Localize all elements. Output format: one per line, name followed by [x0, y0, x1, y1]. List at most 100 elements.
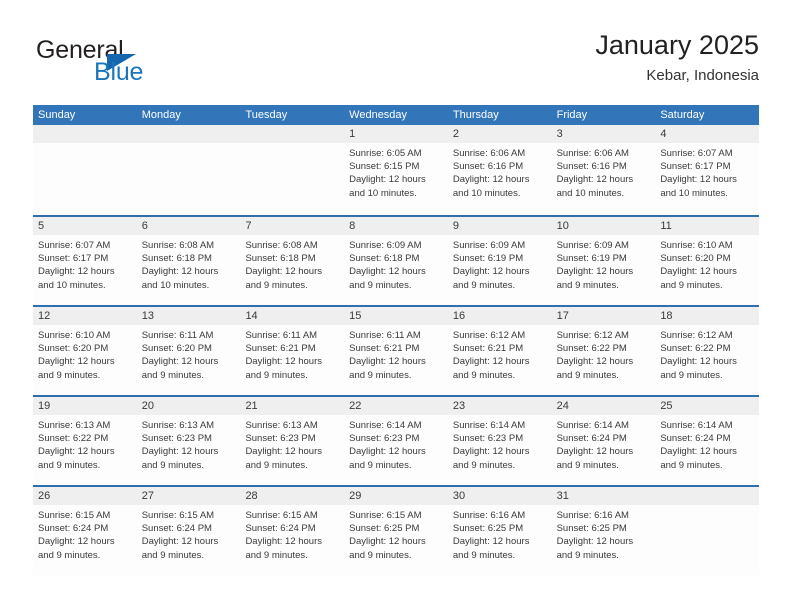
daylight-text-line2: and 9 minutes. — [141, 459, 205, 471]
daylight-text-line2: and 9 minutes. — [452, 369, 516, 381]
day-cell[interactable]: 20 Sunrise: 6:13 AM Sunset: 6:23 PM Dayligh… — [136, 397, 241, 485]
daylight-text-line2: and 9 minutes. — [245, 549, 308, 561]
daylight-text-line1: Daylight: 12 hours — [38, 266, 115, 278]
day-cell[interactable]: 5 Sunrise: 6:07 AM Sunset: 6:17 PM Daylight… — [33, 217, 137, 305]
sunrise-text: Sunrise: 6:11 AM — [141, 330, 214, 341]
day-cell[interactable]: 13 Sunrise: 6:11 AM Sunset: 6:20 PM Dayligh… — [136, 307, 241, 395]
general-blue-logo[interactable]: General Blue — [33, 36, 263, 92]
sunset-text: Sunset: 6:21 PM — [452, 343, 524, 355]
day-number: 21 — [240, 397, 345, 415]
day-cell[interactable]: 6 Sunrise: 6:08 AM Sunset: 6:18 PM Daylight… — [136, 217, 241, 305]
day-number: 1 — [344, 125, 448, 143]
daylight-text-line2: and 9 minutes. — [349, 369, 412, 381]
day-cell[interactable]: 11 Sunrise: 6:10 AM Sunset: 6:20 PM Dayligh… — [655, 217, 760, 305]
daylight-text-line1: Daylight: 12 hours — [245, 446, 323, 458]
day-cell[interactable]: 10 Sunrise: 6:09 AM Sunset: 6:19 PM Dayligh… — [551, 217, 656, 305]
day-cell[interactable]: 30 Sunrise: 6:16 AM Sunset: 6:25 PM Dayligh… — [447, 487, 552, 575]
day-number: 5 — [33, 217, 137, 235]
day-info: Sunrise: 6:13 AM Sunset: 6:23 PM Daylight:… — [137, 415, 241, 472]
day-info: Sunrise: 6:10 AM Sunset: 6:20 PM Daylight:… — [33, 325, 137, 382]
day-cell[interactable]: 16 Sunrise: 6:12 AM Sunset: 6:21 PM Dayligh… — [447, 307, 552, 395]
day-cell[interactable]: 1 Sunrise: 6:05 AM Sunset: 6:15 PM Daylight… — [344, 125, 448, 215]
day-cell[interactable]: 4 Sunrise: 6:07 AM Sunset: 6:17 PM Daylight… — [655, 125, 760, 215]
day-cell[interactable]: 24 Sunrise: 6:14 AM Sunset: 6:24 PM Dayligh… — [551, 397, 656, 485]
day-number: 27 — [136, 487, 241, 505]
sunset-text: Sunset: 6:16 PM — [556, 161, 627, 173]
sunset-text: Sunset: 6:24 PM — [556, 433, 627, 445]
day-cell[interactable]: 3 Sunrise: 6:06 AM Sunset: 6:16 PM Daylight… — [551, 125, 656, 215]
weekday-header-wednesday: Wednesday — [349, 109, 408, 121]
day-cell[interactable]: 15 Sunrise: 6:11 AM Sunset: 6:21 PM Dayligh… — [344, 307, 448, 395]
day-cell[interactable]: 28 Sunrise: 6:15 AM Sunset: 6:24 PM Dayligh… — [240, 487, 345, 575]
day-number: 20 — [136, 397, 241, 415]
day-cell[interactable]: 14 Sunrise: 6:11 AM Sunset: 6:21 PM Dayligh… — [240, 307, 345, 395]
sunrise-text: Sunrise: 6:15 AM — [245, 510, 318, 521]
day-number: 23 — [447, 397, 552, 415]
day-cell[interactable]: 26 Sunrise: 6:15 AM Sunset: 6:24 PM Dayligh… — [33, 487, 137, 575]
day-number: 11 — [655, 217, 760, 235]
sunset-text: Sunset: 6:19 PM — [452, 253, 524, 265]
day-info: Sunrise: 6:15 AM Sunset: 6:24 PM Daylight:… — [137, 505, 241, 562]
sunrise-text: Sunrise: 6:05 AM — [349, 148, 422, 159]
daylight-text-line1: Daylight: 12 hours — [38, 446, 115, 458]
sunset-text: Sunset: 6:18 PM — [349, 253, 420, 265]
day-cell[interactable]: 31 Sunrise: 6:16 AM Sunset: 6:25 PM Dayligh… — [551, 487, 656, 575]
sunrise-text: Sunrise: 6:14 AM — [349, 420, 422, 431]
day-cell[interactable]: 23 Sunrise: 6:14 AM Sunset: 6:23 PM Dayligh… — [447, 397, 552, 485]
daylight-text-line2: and 9 minutes. — [38, 549, 101, 561]
day-number: 31 — [551, 487, 656, 505]
day-cell[interactable]: 18 Sunrise: 6:12 AM Sunset: 6:22 PM Dayligh… — [655, 307, 760, 395]
day-cell[interactable]: 25 Sunrise: 6:14 AM Sunset: 6:24 PM Dayligh… — [655, 397, 760, 485]
day-number: 7 — [240, 217, 345, 235]
weeks-container: 1 Sunrise: 6:05 AM Sunset: 6:15 PM Daylight… — [33, 125, 760, 575]
day-info: Sunrise: 6:10 AM Sunset: 6:20 PM Daylight:… — [655, 235, 759, 292]
title-block: January 2025 Kebar, Indonesia — [595, 28, 759, 87]
day-number: 17 — [551, 307, 656, 325]
day-number: 10 — [551, 217, 656, 235]
sunset-text: Sunset: 6:20 PM — [38, 343, 109, 355]
day-info: Sunrise: 6:07 AM Sunset: 6:17 PM Daylight:… — [655, 143, 759, 200]
sunrise-text: Sunrise: 6:13 AM — [38, 420, 111, 431]
day-cell[interactable]: 2 Sunrise: 6:06 AM Sunset: 6:16 PM Daylight… — [447, 125, 552, 215]
sunset-text: Sunset: 6:22 PM — [38, 433, 109, 445]
day-cell[interactable]: 29 Sunrise: 6:15 AM Sunset: 6:25 PM Dayligh… — [344, 487, 448, 575]
daylight-text-line2: and 9 minutes. — [660, 459, 723, 471]
daylight-text-line2: and 9 minutes. — [660, 369, 723, 381]
sunrise-text: Sunrise: 6:09 AM — [349, 240, 422, 251]
day-cell[interactable]: 8 Sunrise: 6:09 AM Sunset: 6:18 PM Daylight… — [344, 217, 448, 305]
sunrise-text: Sunrise: 6:12 AM — [660, 330, 733, 341]
daylight-text-line1: Daylight: 12 hours — [245, 266, 323, 278]
sunrise-text: Sunrise: 6:12 AM — [452, 330, 526, 341]
sunset-text: Sunset: 6:18 PM — [141, 253, 212, 265]
week-row: 19 Sunrise: 6:13 AM Sunset: 6:22 PM Dayligh… — [33, 395, 760, 485]
calendar-page: General Blue January 2025 Kebar, Indones… — [0, 0, 792, 612]
day-number: 18 — [655, 307, 760, 325]
day-cell[interactable]: 9 Sunrise: 6:09 AM Sunset: 6:19 PM Daylight… — [447, 217, 552, 305]
daylight-text-line2: and 9 minutes. — [38, 459, 101, 471]
sunset-text: Sunset: 6:15 PM — [349, 161, 420, 173]
day-cell[interactable]: 21 Sunrise: 6:13 AM Sunset: 6:23 PM Dayligh… — [240, 397, 345, 485]
day-info: Sunrise: 6:13 AM Sunset: 6:22 PM Daylight:… — [33, 415, 137, 472]
weekday-header-friday: Friday — [556, 109, 588, 121]
daylight-text-line2: and 9 minutes. — [452, 549, 516, 561]
day-number: 8 — [344, 217, 448, 235]
daylight-text-line2: and 10 minutes. — [452, 187, 521, 199]
sunset-text: Sunset: 6:17 PM — [38, 253, 109, 265]
daylight-text-line2: and 10 minutes. — [38, 279, 106, 291]
day-cell[interactable]: 12 Sunrise: 6:10 AM Sunset: 6:20 PM Dayligh… — [33, 307, 137, 395]
day-number: 2 — [447, 125, 552, 143]
day-cell[interactable]: 7 Sunrise: 6:08 AM Sunset: 6:18 PM Daylight… — [240, 217, 345, 305]
day-info: Sunrise: 6:12 AM Sunset: 6:21 PM Daylight:… — [448, 325, 552, 382]
day-cell[interactable]: 17 Sunrise: 6:12 AM Sunset: 6:22 PM Dayligh… — [551, 307, 656, 395]
page-subtitle: Kebar, Indonesia — [646, 67, 759, 84]
day-cell[interactable]: 19 Sunrise: 6:13 AM Sunset: 6:22 PM Dayligh… — [33, 397, 137, 485]
daylight-text-line2: and 9 minutes. — [452, 279, 516, 291]
sunrise-text: Sunrise: 6:16 AM — [452, 510, 526, 521]
daylight-text-line1: Daylight: 12 hours — [141, 356, 219, 368]
day-cell-empty — [136, 125, 241, 215]
daylight-text-line1: Daylight: 12 hours — [349, 174, 426, 186]
day-number: 29 — [344, 487, 448, 505]
day-cell[interactable]: 22 Sunrise: 6:14 AM Sunset: 6:23 PM Dayligh… — [344, 397, 448, 485]
day-number: 22 — [344, 397, 448, 415]
day-cell[interactable]: 27 Sunrise: 6:15 AM Sunset: 6:24 PM Dayligh… — [136, 487, 241, 575]
